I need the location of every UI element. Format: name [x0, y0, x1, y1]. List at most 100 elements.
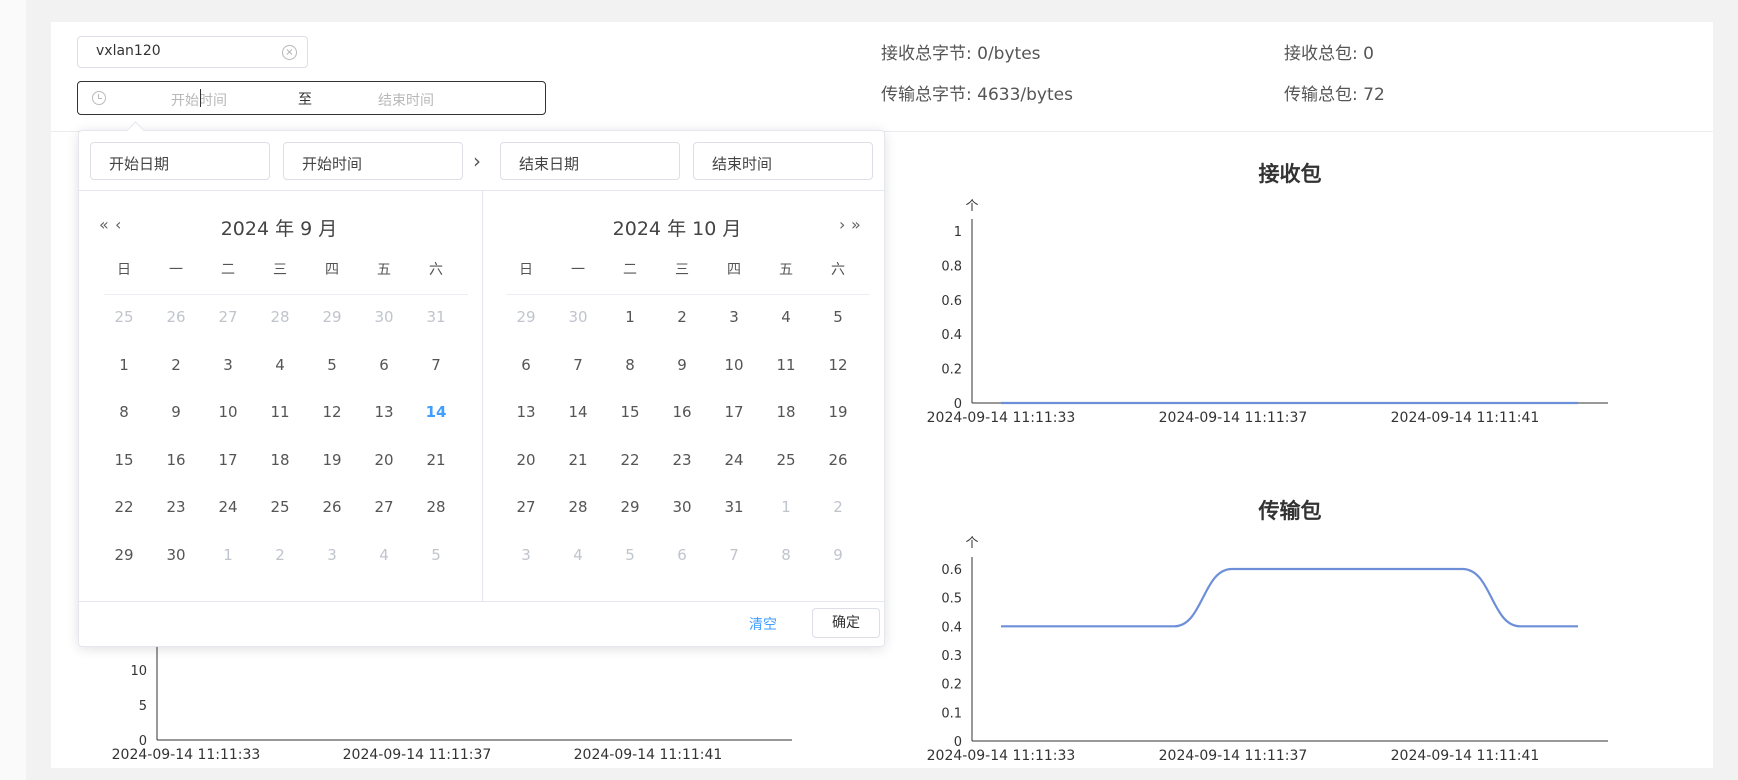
calendar-day[interactable]: 29 [506, 308, 546, 326]
calendar-day[interactable]: 1 [610, 308, 650, 326]
calendar-day[interactable]: 5 [610, 546, 650, 564]
calendar-day[interactable]: 27 [364, 498, 404, 516]
calendar-day[interactable]: 9 [818, 546, 858, 564]
calendar-day[interactable]: 19 [818, 403, 858, 421]
calendar-day[interactable]: 20 [364, 451, 404, 469]
calendar-day[interactable]: 9 [156, 403, 196, 421]
datetime-range-input[interactable]: 开始时间 至 结束时间 [77, 81, 546, 115]
calendar-day[interactable]: 4 [558, 546, 598, 564]
calendar-day[interactable]: 30 [156, 546, 196, 564]
calendar-day[interactable]: 30 [662, 498, 702, 516]
calendar-day[interactable]: 5 [312, 356, 352, 374]
calendar-day[interactable]: 21 [558, 451, 598, 469]
calendar-day[interactable]: 10 [208, 403, 248, 421]
calendar-day[interactable]: 29 [610, 498, 650, 516]
calendar-day[interactable]: 1 [766, 498, 806, 516]
calendar-day[interactable]: 22 [104, 498, 144, 516]
calendar-day[interactable]: 12 [818, 356, 858, 374]
y-tick-label: 0.5 [941, 592, 962, 607]
clear-icon[interactable]: × [282, 45, 297, 60]
prev-year-icon[interactable]: « [99, 215, 109, 234]
calendar-day[interactable]: 31 [714, 498, 754, 516]
calendar-day[interactable]: 18 [260, 451, 300, 469]
calendar-day[interactable]: 26 [818, 451, 858, 469]
calendar-day[interactable]: 25 [260, 498, 300, 516]
next-year-icon[interactable]: » [851, 215, 861, 234]
calendar-day[interactable]: 6 [662, 546, 702, 564]
calendar-day[interactable]: 6 [506, 356, 546, 374]
calendar-day[interactable]: 13 [506, 403, 546, 421]
calendar-day[interactable]: 10 [714, 356, 754, 374]
calendar-day[interactable]: 7 [558, 356, 598, 374]
calendar-day[interactable]: 1 [208, 546, 248, 564]
calendar-day[interactable]: 9 [662, 356, 702, 374]
calendar-day[interactable]: 4 [260, 356, 300, 374]
start-date-input[interactable]: 开始日期 [90, 142, 270, 180]
calendar-day[interactable]: 14 [416, 403, 456, 421]
prev-month-icon[interactable]: ‹ [115, 215, 122, 234]
calendar-day[interactable]: 11 [260, 403, 300, 421]
calendar-day[interactable]: 25 [104, 308, 144, 326]
calendar-day[interactable]: 8 [104, 403, 144, 421]
start-time-input[interactable]: 开始时间 [283, 142, 463, 180]
end-time-input[interactable]: 结束时间 [693, 142, 873, 180]
calendar-day[interactable]: 7 [714, 546, 754, 564]
calendar-day[interactable]: 16 [662, 403, 702, 421]
calendar-day[interactable]: 3 [208, 356, 248, 374]
calendar-day[interactable]: 5 [416, 546, 456, 564]
calendar-day[interactable]: 11 [766, 356, 806, 374]
calendar-day[interactable]: 4 [766, 308, 806, 326]
range-end-input[interactable]: 结束时间 [378, 90, 434, 110]
calendar-day[interactable]: 28 [558, 498, 598, 516]
calendar-day[interactable]: 16 [156, 451, 196, 469]
calendar-day[interactable]: 2 [156, 356, 196, 374]
range-start-input[interactable]: 开始时间 [171, 90, 227, 110]
calendar-day[interactable]: 5 [818, 308, 858, 326]
calendar-day[interactable]: 7 [416, 356, 456, 374]
calendar-day[interactable]: 14 [558, 403, 598, 421]
calendar-day[interactable]: 3 [312, 546, 352, 564]
calendar-day[interactable]: 18 [766, 403, 806, 421]
calendar-day[interactable]: 26 [156, 308, 196, 326]
calendar-day[interactable]: 29 [104, 546, 144, 564]
calendar-day[interactable]: 2 [260, 546, 300, 564]
calendar-day[interactable]: 6 [364, 356, 404, 374]
calendar-day[interactable]: 13 [364, 403, 404, 421]
end-date-input[interactable]: 结束日期 [500, 142, 680, 180]
calendar-day[interactable]: 30 [364, 308, 404, 326]
calendar-day[interactable]: 26 [312, 498, 352, 516]
interface-select[interactable]: vxlan120 × [77, 36, 308, 68]
calendar-day[interactable]: 22 [610, 451, 650, 469]
calendar-day[interactable]: 20 [506, 451, 546, 469]
calendar-day[interactable]: 2 [818, 498, 858, 516]
calendar-day[interactable]: 27 [208, 308, 248, 326]
calendar-day[interactable]: 23 [156, 498, 196, 516]
next-month-icon[interactable]: › [839, 215, 846, 234]
calendar-day[interactable]: 28 [416, 498, 456, 516]
calendar-day[interactable]: 19 [312, 451, 352, 469]
calendar-day[interactable]: 4 [364, 546, 404, 564]
confirm-button[interactable]: 确定 [812, 608, 880, 638]
calendar-day[interactable]: 15 [104, 451, 144, 469]
calendar-day[interactable]: 8 [610, 356, 650, 374]
calendar-day[interactable]: 17 [208, 451, 248, 469]
calendar-day[interactable]: 31 [416, 308, 456, 326]
calendar-day[interactable]: 21 [416, 451, 456, 469]
calendar-day[interactable]: 8 [766, 546, 806, 564]
calendar-day[interactable]: 29 [312, 308, 352, 326]
calendar-day[interactable]: 12 [312, 403, 352, 421]
calendar-day[interactable]: 2 [662, 308, 702, 326]
calendar-day[interactable]: 25 [766, 451, 806, 469]
calendar-day[interactable]: 27 [506, 498, 546, 516]
calendar-day[interactable]: 1 [104, 356, 144, 374]
calendar-day[interactable]: 28 [260, 308, 300, 326]
calendar-day[interactable]: 30 [558, 308, 598, 326]
calendar-day[interactable]: 24 [714, 451, 754, 469]
clear-button[interactable]: 清空 [749, 614, 777, 634]
calendar-day[interactable]: 24 [208, 498, 248, 516]
calendar-day[interactable]: 3 [714, 308, 754, 326]
calendar-day[interactable]: 15 [610, 403, 650, 421]
calendar-day[interactable]: 23 [662, 451, 702, 469]
calendar-day[interactable]: 3 [506, 546, 546, 564]
calendar-day[interactable]: 17 [714, 403, 754, 421]
